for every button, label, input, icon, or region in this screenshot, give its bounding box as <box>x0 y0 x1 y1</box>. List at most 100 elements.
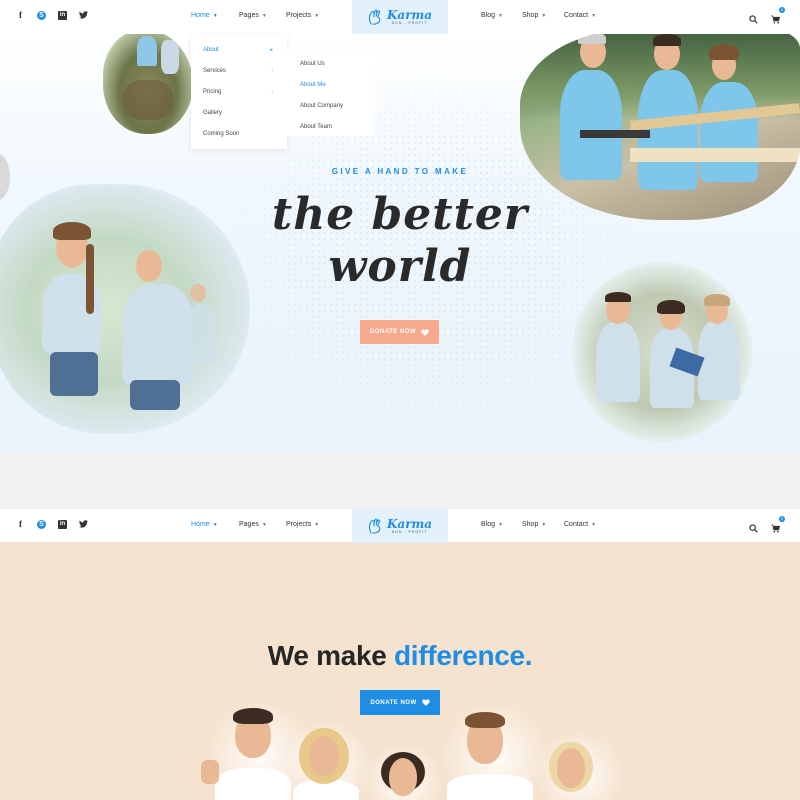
nav-shop-label: Shop <box>522 12 539 19</box>
slider-side-tab[interactable] <box>0 154 10 200</box>
dropdown-item-label: Pricing <box>203 88 222 95</box>
nav-home-label: Home <box>191 521 210 528</box>
logo-text: Karma NON - PROFIT <box>387 518 432 535</box>
dropdown-item-gallery[interactable]: Gallery <box>191 102 287 123</box>
dropdown-item-pricing[interactable]: Pricing › <box>191 81 287 102</box>
nav-contact-label: Contact <box>564 521 589 528</box>
chevron-down-icon: ▼ <box>541 521 547 528</box>
facebook-icon[interactable]: f <box>16 11 25 20</box>
hero-photo-volunteers-building <box>520 34 800 220</box>
nav-contact[interactable]: Contact ▼ <box>564 521 614 528</box>
dropdown-item-label: Coming Soon <box>203 130 240 137</box>
difference-heading: We make difference. <box>200 640 600 672</box>
chevron-right-icon: ▸ <box>270 46 273 53</box>
dropdown-item-label: Services <box>203 67 227 74</box>
cart-icon[interactable]: 0 <box>771 516 785 533</box>
hero-photo-family-walking <box>0 184 250 434</box>
chevron-right-icon: › <box>271 67 273 74</box>
nav-shop-label: Shop <box>522 521 539 528</box>
heart-icon <box>421 328 429 336</box>
dropdown-item-about[interactable]: About ▸ <box>191 39 287 60</box>
nav-home-label: Home <box>191 12 210 19</box>
submenu-item-about-team[interactable]: About Team <box>287 116 375 137</box>
nav-shop[interactable]: Shop ▼ <box>522 12 564 19</box>
twitter-icon[interactable] <box>79 11 88 20</box>
nav-contact[interactable]: Contact ▼ <box>564 12 614 19</box>
facebook-icon[interactable]: f <box>16 520 25 529</box>
search-icon[interactable] <box>749 11 758 24</box>
linkedin-icon[interactable]: in <box>58 11 67 20</box>
site-logo[interactable]: Karma NON - PROFIT <box>352 0 448 34</box>
dropdown-item-services[interactable]: Services › <box>191 60 287 81</box>
cart-count-badge: 0 <box>779 7 785 13</box>
difference-heading-accent: difference. <box>393 640 533 671</box>
nav-pages-label: Pages <box>239 521 259 528</box>
linkedin-icon[interactable]: in <box>58 520 67 529</box>
twitter-icon[interactable] <box>79 520 88 529</box>
site-logo[interactable]: Karma NON - PROFIT <box>352 509 448 543</box>
nav-pages[interactable]: Pages ▼ <box>239 521 286 528</box>
nav-pages-label: Pages <box>239 12 259 19</box>
cart-icon[interactable]: 0 <box>771 7 785 24</box>
social-links: f S in <box>16 520 88 529</box>
difference-heading-plain: We make <box>267 640 387 671</box>
dropdown-item-coming-soon[interactable]: Coming Soon <box>191 123 287 144</box>
hero-section: GIVE A HAND TO MAKE the better world DON… <box>0 34 800 450</box>
nav-blog[interactable]: Blog ▼ <box>481 521 522 528</box>
cart-count-badge: 0 <box>779 516 785 522</box>
about-submenu: About Us About Me About Company About Te… <box>287 50 375 136</box>
hero-photo-group-planning <box>572 262 752 442</box>
nav-shop[interactable]: Shop ▼ <box>522 521 564 528</box>
logo-tagline: NON - PROFIT <box>391 529 428 534</box>
hero-title-line-1: the better <box>271 189 529 240</box>
logo-name: Karma <box>387 516 432 531</box>
chevron-right-icon: › <box>271 88 273 95</box>
nav-projects-label: Projects <box>286 12 312 19</box>
hero-kicker: GIVE A HAND TO MAKE <box>331 167 469 176</box>
primary-nav-right: Blog ▼ Shop ▼ Contact ▼ <box>481 521 614 528</box>
logo-text: Karma NON - PROFIT <box>387 9 432 26</box>
chevron-down-icon: ▼ <box>498 521 503 528</box>
chevron-down-icon: ▼ <box>261 521 267 528</box>
home-dropdown-menu: About ▸ Services › Pricing › Gallery Coming… <box>191 34 287 149</box>
submenu-item-about-company[interactable]: About Company <box>287 95 375 116</box>
hero-donate-button[interactable]: DONATE NOW <box>360 320 439 344</box>
social-links: f S in <box>16 11 88 20</box>
dropdown-item-label: Gallery <box>203 109 223 116</box>
submenu-item-about-us[interactable]: About Us <box>287 53 375 74</box>
hero-title-line-2: world <box>328 241 472 292</box>
chevron-down-icon: ▼ <box>261 12 267 19</box>
search-icon[interactable] <box>749 520 758 533</box>
header-tools: 0 <box>749 7 785 24</box>
submenu-item-about-me[interactable]: About Me <box>287 74 375 95</box>
nav-home[interactable]: Home ▼ <box>191 12 239 19</box>
nav-projects[interactable]: Projects ▼ <box>286 12 336 19</box>
skype-icon[interactable]: S <box>37 11 46 20</box>
logo-tagline: NON - PROFIT <box>391 20 428 25</box>
chevron-down-icon: ▼ <box>314 12 320 19</box>
chevron-down-icon: ▼ <box>591 12 597 19</box>
nav-projects-label: Projects <box>286 521 312 528</box>
nav-blog-label: Blog <box>481 521 496 528</box>
dropdown-item-label: About <box>203 46 219 53</box>
chevron-down-icon: ▼ <box>591 521 597 528</box>
hero-photo-cleanup <box>103 34 193 134</box>
primary-nav-left: Home ▼ Pages ▼ Projects ▼ <box>191 521 336 528</box>
nav-blog[interactable]: Blog ▼ <box>481 12 522 19</box>
nav-contact-label: Contact <box>564 12 589 19</box>
site-header-variant: f S in Home ▼ Pages ▼ Projects ▼ Karma NON … <box>0 509 800 543</box>
page: f S in Home ▼ Pages ▼ Projects ▼ Karma NON … <box>0 0 800 800</box>
nav-projects[interactable]: Projects ▼ <box>286 521 336 528</box>
section-divider <box>0 450 800 509</box>
chevron-down-icon: ▼ <box>541 12 547 19</box>
primary-nav-left: Home ▼ Pages ▼ Projects ▼ <box>191 12 336 19</box>
primary-nav-right: Blog ▼ Shop ▼ Contact ▼ <box>481 12 614 19</box>
nav-pages[interactable]: Pages ▼ <box>239 12 286 19</box>
skype-icon[interactable]: S <box>37 520 46 529</box>
header-tools: 0 <box>749 516 785 533</box>
logo-name: Karma <box>387 7 432 22</box>
chevron-down-icon: ▼ <box>314 521 320 528</box>
chevron-down-icon: ▼ <box>498 12 503 19</box>
site-header: f S in Home ▼ Pages ▼ Projects ▼ Karma NON … <box>0 0 800 34</box>
nav-home[interactable]: Home ▼ <box>191 521 239 528</box>
